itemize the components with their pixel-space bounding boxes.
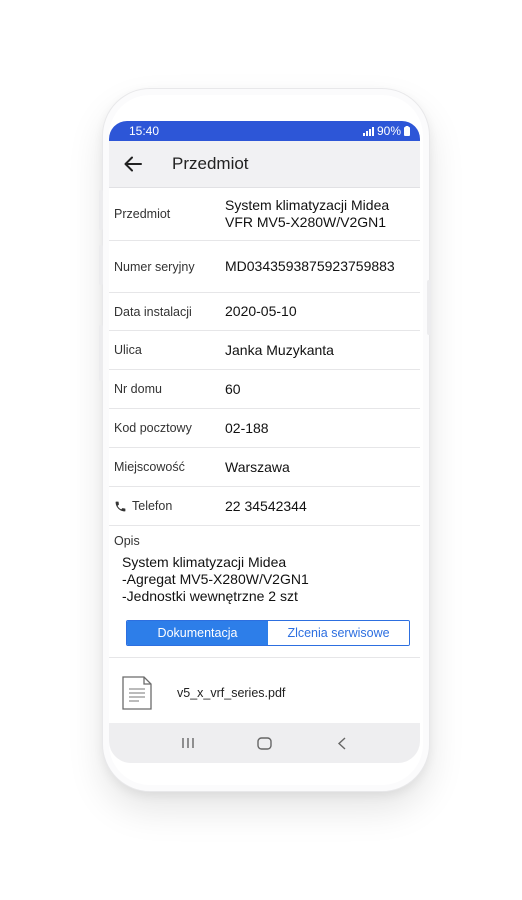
phone-screen: 15:40 90% Przedmiot Przedmiot System kli…	[109, 121, 420, 763]
divider	[109, 646, 420, 658]
back-button[interactable]	[109, 141, 157, 187]
status-indicators: 90%	[362, 124, 410, 138]
system-nav-bar	[109, 723, 420, 763]
document-item[interactable]: v5_x_vrf_series.pdf	[109, 658, 420, 729]
field-row-kod-pocztowy: Kod pocztowy 02-188	[109, 409, 420, 448]
field-value: Warszawa	[225, 458, 290, 475]
field-label: Miejscowość	[114, 460, 185, 474]
description-text: System klimatyzacji Midea -Agregat MV5-X…	[122, 554, 309, 604]
field-row-data-instalacji: Data instalacji 2020-05-10	[109, 293, 420, 331]
phone-number[interactable]: 22 34542344	[225, 498, 307, 515]
field-row-przedmiot: Przedmiot System klimatyzacji Midea VFR …	[109, 188, 420, 241]
back-nav-button[interactable]	[322, 728, 362, 758]
arrow-back-icon	[124, 156, 142, 172]
recent-apps-icon	[181, 738, 194, 748]
home-icon	[257, 736, 272, 750]
battery-level: 90%	[376, 124, 401, 138]
field-label: Telefon	[132, 499, 173, 513]
recent-apps-button[interactable]	[168, 728, 208, 758]
status-bar: 15:40 90%	[109, 121, 420, 141]
phone-side-button	[99, 245, 103, 285]
phone-icon	[115, 501, 126, 511]
phone-label: Telefon	[109, 499, 225, 513]
battery-icon	[404, 126, 410, 136]
field-label: Nr domu	[114, 382, 162, 396]
tab-zlecenia-serwisowe[interactable]: Zlcenia serwisowe	[268, 621, 409, 645]
document-icon	[122, 676, 152, 710]
status-time: 15:40	[129, 124, 160, 138]
document-name: v5_x_vrf_series.pdf	[177, 686, 286, 700]
field-row-ulica: Ulica Janka Muzykanta	[109, 331, 420, 370]
field-label: Data instalacji	[114, 304, 192, 319]
field-label: Ulica	[114, 343, 142, 357]
field-row-miejscowosc: Miejscowość Warszawa	[109, 448, 420, 487]
page-title: Przedmiot	[172, 154, 249, 173]
phone-side-button	[99, 190, 103, 230]
field-value: Janka Muzykanta	[225, 341, 334, 358]
field-label: Kod pocztowy	[114, 421, 192, 435]
phone-side-button	[427, 280, 431, 335]
chevron-left-icon	[337, 736, 345, 750]
tab-dokumentacja[interactable]: Dokumentacja	[127, 621, 268, 645]
field-value: MD0343593875923759883	[225, 258, 395, 274]
field-label: Numer seryjny	[114, 259, 195, 274]
field-row-telefon[interactable]: Telefon 22 34542344	[109, 487, 420, 526]
field-value: 60	[225, 380, 241, 397]
field-row-nr-domu: Nr domu 60	[109, 370, 420, 409]
signal-icon	[362, 126, 374, 136]
field-value: 2020-05-10	[225, 303, 297, 319]
tab-bar: Dokumentacja Zlcenia serwisowe	[126, 620, 410, 646]
field-label: Przedmiot	[114, 207, 171, 221]
app-bar: Przedmiot	[109, 141, 420, 188]
home-button[interactable]	[245, 728, 285, 758]
field-row-numer-seryjny: Numer seryjny MD0343593875923759883	[109, 241, 420, 293]
field-value: 02-188	[225, 419, 269, 436]
description-section: Opis System klimatyzacji Midea -Agregat …	[109, 526, 420, 620]
field-value: System klimatyzacji Midea VFR MV5-X280W/…	[225, 197, 390, 230]
phone-side-button	[99, 325, 103, 381]
description-label: Opis	[114, 534, 140, 548]
